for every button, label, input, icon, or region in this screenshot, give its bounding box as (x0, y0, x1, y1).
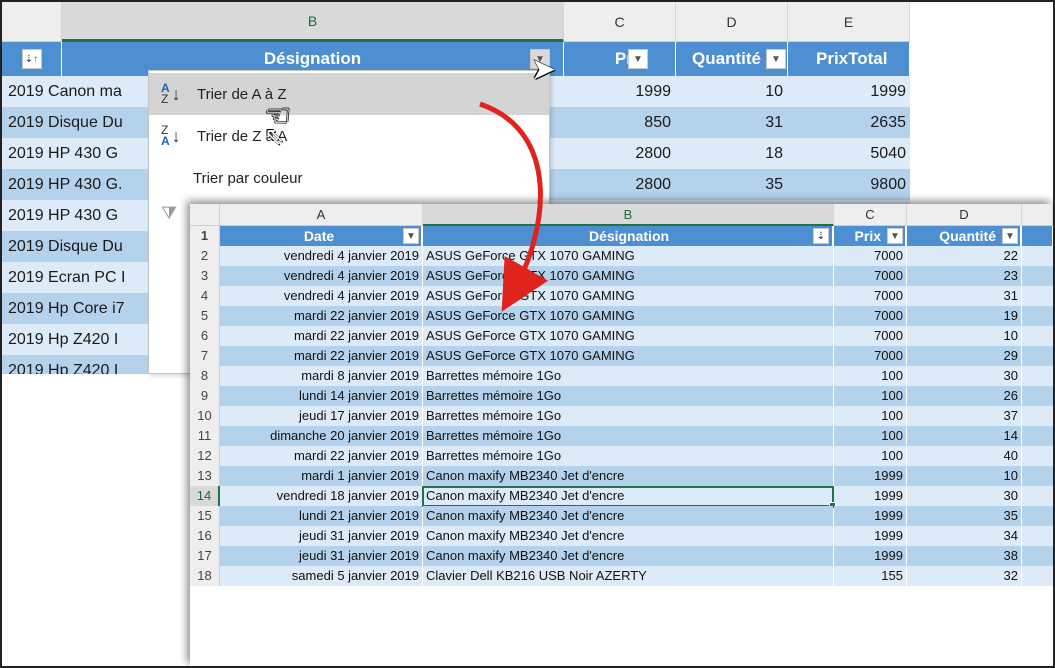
arrow-cursor-icon: ⇖ (264, 123, 285, 150)
screenshot-frame: B C D E ⇣↑ Désignation ▼ Prix ▼ Quantité… (0, 0, 1055, 668)
mouse-pointer-icon: ➤ (531, 53, 557, 86)
annotation-arrow (479, 101, 549, 312)
